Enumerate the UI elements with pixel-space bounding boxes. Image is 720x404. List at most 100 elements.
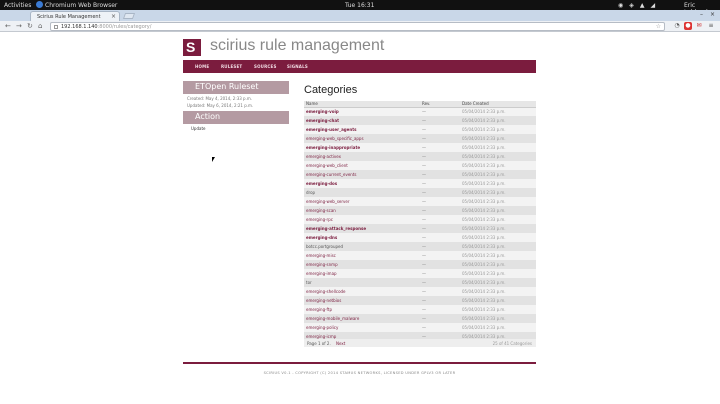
- address-bar[interactable]: 192.168.1.140:8000/rules/category/ ☆: [50, 22, 665, 31]
- new-tab-button[interactable]: [122, 13, 136, 19]
- home-icon[interactable]: ⌂: [38, 22, 42, 30]
- category-name-link[interactable]: emerging-inappropriate: [304, 143, 420, 152]
- category-name-link[interactable]: emerging-web_client: [304, 161, 420, 170]
- category-created: 05/04/2014 2:33 p.m.: [460, 251, 536, 260]
- category-rev: —: [420, 179, 460, 188]
- table-row: emerging-user_agents —05/04/2014 2:33 p.m…: [304, 125, 536, 134]
- table-row: emerging-policy —05/04/2014 2:33 p.m.: [304, 323, 536, 332]
- category-name-link[interactable]: emerging-web_server: [304, 197, 420, 206]
- next-page-link[interactable]: Next: [336, 341, 345, 346]
- table-row: emerging-dos —05/04/2014 2:33 p.m.: [304, 179, 536, 188]
- category-created: 05/04/2014 2:33 p.m.: [460, 242, 536, 251]
- category-rev: —: [420, 170, 460, 179]
- table-row: emerging-web_client —05/04/2014 2:33 p.m.: [304, 161, 536, 170]
- category-name-link[interactable]: emerging-chat: [304, 116, 420, 125]
- forward-icon[interactable]: →: [16, 22, 22, 30]
- menu-icon[interactable]: ≡: [707, 22, 715, 30]
- category-name-link[interactable]: emerging-ftp: [304, 305, 420, 314]
- category-name-link[interactable]: emerging-scan: [304, 206, 420, 215]
- table-row: emerging-imap —05/04/2014 2:33 p.m.: [304, 269, 536, 278]
- system-top-bar: Activities Chromium Web Browser Tue 16:3…: [0, 0, 720, 16]
- footer-copyright: SCIRIUS V0.1 - COPYRIGHT (C) 2014 STAMUS…: [263, 371, 456, 375]
- category-rev: —: [420, 323, 460, 332]
- category-created: 05/04/2014 2:33 p.m.: [460, 143, 536, 152]
- page-content: S scirius rule management HOME RULESET S…: [0, 33, 720, 404]
- close-tab-icon[interactable]: ×: [111, 13, 116, 20]
- category-name-link[interactable]: emerging-dos: [304, 179, 420, 188]
- category-name-link[interactable]: emerging-rpc: [304, 215, 420, 224]
- table-row: emerging-scan —05/04/2014 2:33 p.m.: [304, 206, 536, 215]
- table-row: drop —05/04/2014 2:33 p.m.: [304, 188, 536, 197]
- clock[interactable]: Tue 16:31: [345, 2, 374, 9]
- table-row: emerging-netbios —05/04/2014 2:33 p.m.: [304, 296, 536, 305]
- reload-icon[interactable]: ↻: [27, 22, 33, 30]
- category-created: 05/04/2014 2:33 p.m.: [460, 179, 536, 188]
- category-name-link[interactable]: emerging-mobile_malware: [304, 314, 420, 323]
- adblock-icon[interactable]: ●: [684, 22, 692, 30]
- category-rev: —: [420, 215, 460, 224]
- back-icon[interactable]: ←: [5, 22, 11, 30]
- table-row: tor —05/04/2014 2:33 p.m.: [304, 278, 536, 287]
- category-name-link[interactable]: emerging-web_specific_apps: [304, 134, 420, 143]
- table-row: emerging-activex —05/04/2014 2:33 p.m.: [304, 152, 536, 161]
- category-rev: —: [420, 125, 460, 134]
- category-created: 05/04/2014 2:33 p.m.: [460, 107, 536, 116]
- category-created: 05/04/2014 2:33 p.m.: [460, 305, 536, 314]
- table-row: emerging-rpc —05/04/2014 2:33 p.m.: [304, 215, 536, 224]
- category-created: 05/04/2014 2:33 p.m.: [460, 233, 536, 242]
- table-row: emerging-chat —05/04/2014 2:33 p.m.: [304, 116, 536, 125]
- category-name-link[interactable]: botcc.portgrouped: [304, 242, 420, 251]
- category-name-link[interactable]: emerging-attack_response: [304, 224, 420, 233]
- system-tray[interactable]: ◉◈▲◢: [618, 2, 661, 9]
- category-name-link[interactable]: emerging-netbios: [304, 296, 420, 305]
- category-created: 05/04/2014 2:33 p.m.: [460, 215, 536, 224]
- category-created: 05/04/2014 2:33 p.m.: [460, 269, 536, 278]
- category-created: 05/04/2014 2:33 p.m.: [460, 197, 536, 206]
- category-created: 05/04/2014 2:33 p.m.: [460, 278, 536, 287]
- tab-strip: Scirius Rule Management × – ×: [0, 10, 720, 21]
- created-date: Created: May 4, 2014, 2:33 p.m.: [187, 96, 253, 101]
- category-created: 05/04/2014 2:33 p.m.: [460, 260, 536, 269]
- category-name-link[interactable]: emerging-imap: [304, 269, 420, 278]
- category-rev: —: [420, 116, 460, 125]
- minimize-icon[interactable]: –: [700, 11, 703, 18]
- updated-date: Updated: May 6, 2014, 2:21 p.m.: [187, 103, 254, 108]
- category-name-link[interactable]: emerging-voip: [304, 107, 420, 116]
- nav-signals[interactable]: SIGNALS: [287, 64, 308, 69]
- category-rev: —: [420, 296, 460, 305]
- category-created: 05/04/2014 2:33 p.m.: [460, 224, 536, 233]
- app-menu[interactable]: Chromium Web Browser: [45, 2, 117, 9]
- gmail-icon[interactable]: ✉: [695, 22, 703, 30]
- table-row: emerging-current_events —05/04/2014 2:33 …: [304, 170, 536, 179]
- browser-tab[interactable]: Scirius Rule Management ×: [30, 11, 120, 21]
- category-created: 05/04/2014 2:33 p.m.: [460, 206, 536, 215]
- category-name-link[interactable]: tor: [304, 278, 420, 287]
- close-window-icon[interactable]: ×: [710, 11, 715, 18]
- bookmark-star-icon[interactable]: ☆: [656, 23, 661, 30]
- category-created: 05/04/2014 2:33 p.m.: [460, 161, 536, 170]
- category-rev: —: [420, 161, 460, 170]
- nav-ruleset[interactable]: RULESET: [221, 64, 242, 69]
- extension-icon[interactable]: ◔: [673, 22, 681, 30]
- category-name-link[interactable]: drop: [304, 188, 420, 197]
- category-name-link[interactable]: emerging-user_agents: [304, 125, 420, 134]
- tab-title: Scirius Rule Management: [37, 14, 101, 20]
- nav-home[interactable]: HOME: [195, 64, 209, 69]
- update-link[interactable]: Update: [191, 126, 206, 131]
- nav-sources[interactable]: SOURCES: [254, 64, 277, 69]
- category-name-link[interactable]: emerging-snmp: [304, 260, 420, 269]
- category-created: 05/04/2014 2:33 p.m.: [460, 287, 536, 296]
- category-name-link[interactable]: emerging-dns: [304, 233, 420, 242]
- activities-button[interactable]: Activities: [4, 2, 31, 9]
- category-rev: —: [420, 143, 460, 152]
- table-row: emerging-mobile_malware —05/04/2014 2:33 …: [304, 314, 536, 323]
- category-name-link[interactable]: emerging-misc: [304, 251, 420, 260]
- category-name-link[interactable]: emerging-activex: [304, 152, 420, 161]
- table-row: emerging-attack_response —05/04/2014 2:33…: [304, 224, 536, 233]
- page-title: Categories: [304, 84, 358, 96]
- category-name-link[interactable]: emerging-current_events: [304, 170, 420, 179]
- category-name-link[interactable]: emerging-shellcode: [304, 287, 420, 296]
- category-rev: —: [420, 278, 460, 287]
- category-created: 05/04/2014 2:33 p.m.: [460, 188, 536, 197]
- category-name-link[interactable]: emerging-policy: [304, 323, 420, 332]
